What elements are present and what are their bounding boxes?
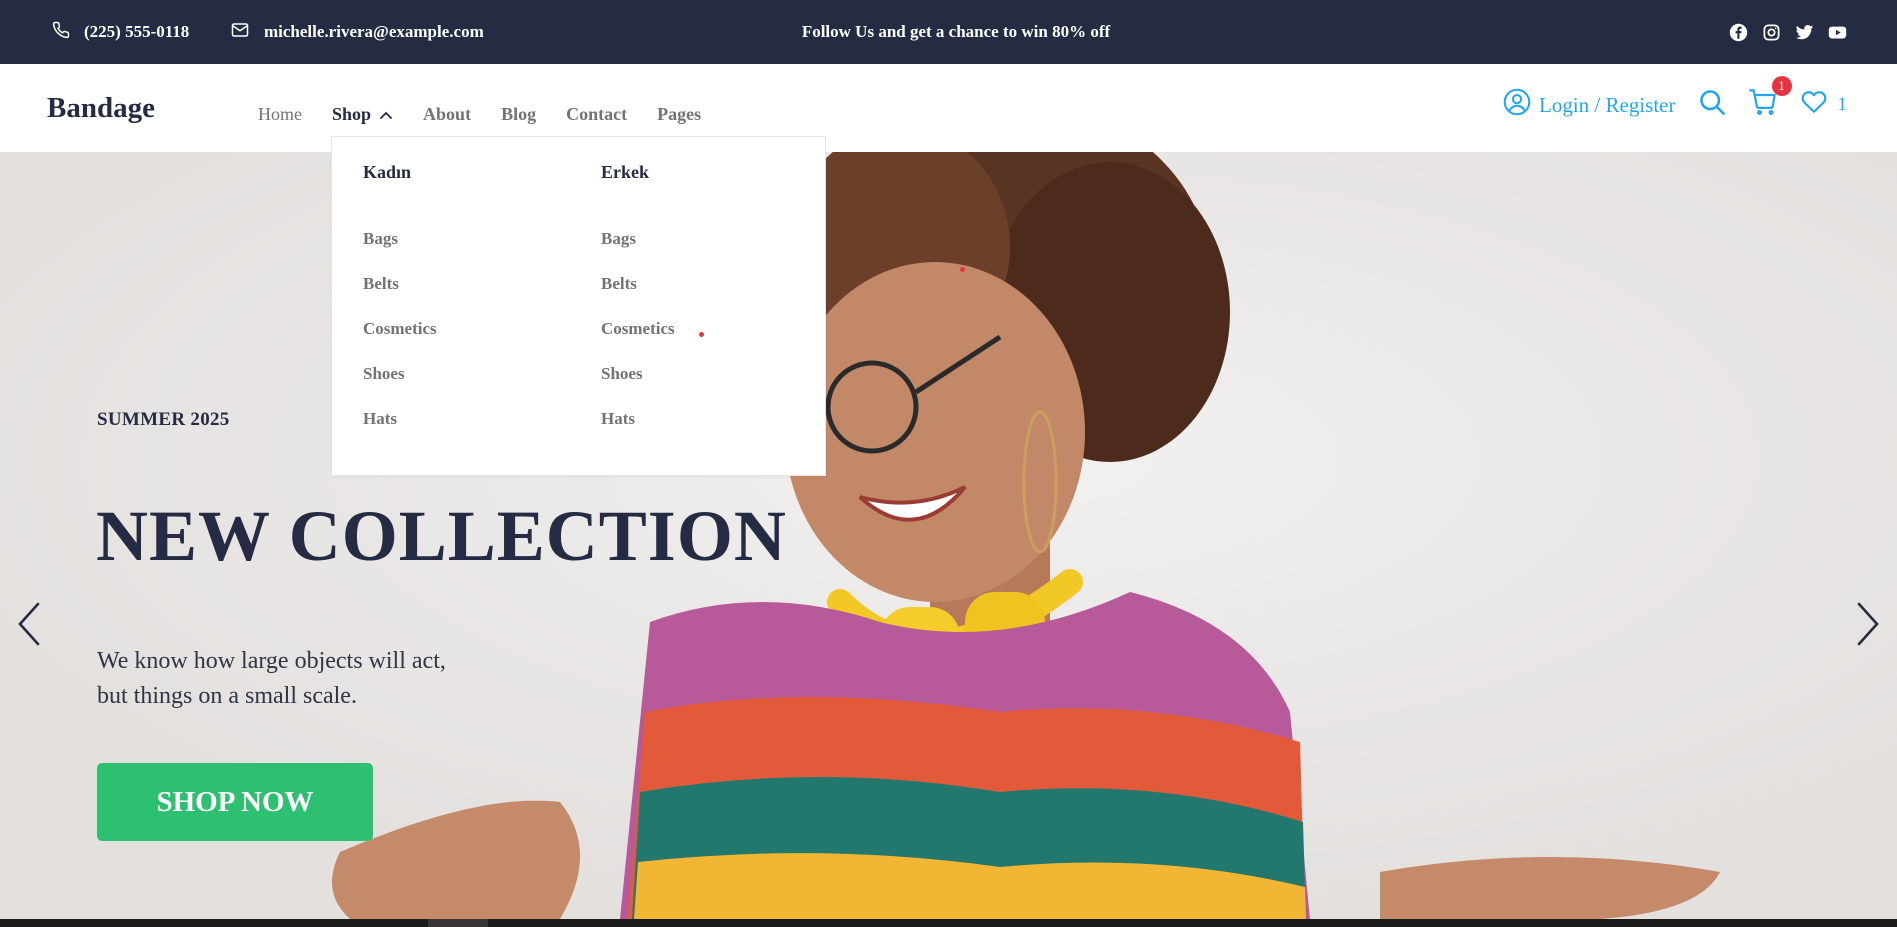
dropdown-link-shoes[interactable]: Shoes bbox=[601, 364, 675, 409]
dropdown-links: Bags Belts Cosmetics Shoes Hats bbox=[363, 229, 437, 454]
chevron-left-icon bbox=[14, 602, 44, 652]
nav-shop-label: Shop bbox=[332, 103, 372, 124]
nav-home[interactable]: Home bbox=[258, 104, 302, 125]
hero-headline: NEW COLLECTION bbox=[96, 496, 787, 576]
hero-carousel: SUMMER 2025 NEW COLLECTION We know how l… bbox=[0, 152, 1897, 919]
dropdown-column-title: Kadın bbox=[363, 162, 412, 182]
search-icon bbox=[1698, 88, 1726, 122]
top-bar: (225) 555-0118 michelle.rivera@example.c… bbox=[0, 0, 1897, 64]
dropdown-link-cosmetics[interactable]: Cosmetics bbox=[601, 319, 675, 364]
carousel-next-button[interactable] bbox=[1853, 600, 1883, 648]
nav-blog[interactable]: Blog bbox=[501, 104, 536, 125]
nav-pages[interactable]: Pages bbox=[657, 104, 701, 125]
next-section-edge bbox=[0, 919, 1897, 927]
main-header: Bandage Home Shop About Blog Contact Pag… bbox=[0, 64, 1897, 152]
wishlist-button[interactable]: 1 bbox=[1800, 89, 1848, 121]
promo-text: Follow Us and get a chance to win 80% of… bbox=[801, 22, 1111, 41]
user-icon bbox=[1503, 88, 1539, 122]
youtube-icon[interactable] bbox=[1828, 23, 1847, 42]
cart-count-badge: 1 bbox=[1771, 76, 1792, 96]
cart-button[interactable]: 1 bbox=[1748, 76, 1792, 122]
nav-about[interactable]: About bbox=[423, 104, 471, 125]
nav-contact[interactable]: Contact bbox=[566, 104, 627, 125]
cursor-marker bbox=[699, 332, 704, 337]
dropdown-link-belts[interactable]: Belts bbox=[601, 274, 675, 319]
search-button[interactable] bbox=[1698, 88, 1726, 122]
dropdown-link-hats[interactable]: Hats bbox=[601, 409, 675, 454]
chevron-right-icon bbox=[1853, 602, 1883, 652]
dropdown-link-shoes[interactable]: Shoes bbox=[363, 364, 437, 409]
dropdown-link-bags[interactable]: Bags bbox=[601, 229, 675, 274]
chevron-up-icon bbox=[371, 104, 393, 125]
facebook-icon[interactable] bbox=[1729, 23, 1748, 42]
dropdown-link-hats[interactable]: Hats bbox=[363, 409, 437, 454]
cursor-marker bbox=[960, 267, 965, 272]
next-section-edge-segment bbox=[428, 919, 488, 927]
twitter-icon[interactable] bbox=[1795, 23, 1814, 42]
login-register-link[interactable]: Login / Register bbox=[1503, 88, 1676, 122]
hero-description: We know how large objects will act, but … bbox=[97, 644, 517, 714]
dropdown-link-cosmetics[interactable]: Cosmetics bbox=[363, 319, 437, 364]
login-register-label: Login / Register bbox=[1539, 92, 1676, 117]
hero-description-line-1: We know how large objects will act, bbox=[97, 648, 446, 674]
heart-icon bbox=[1800, 89, 1828, 121]
header-actions: Login / Register 1 1 bbox=[1503, 64, 1847, 146]
hero-eyebrow: SUMMER 2025 bbox=[97, 409, 230, 430]
brand-logo[interactable]: Bandage bbox=[47, 64, 155, 152]
wishlist-count: 1 bbox=[1837, 94, 1848, 115]
shop-now-button[interactable]: SHOP NOW bbox=[97, 763, 373, 841]
dropdown-links: Bags Belts Cosmetics Shoes Hats bbox=[601, 229, 675, 454]
dropdown-link-belts[interactable]: Belts bbox=[363, 274, 437, 319]
dropdown-column-title: Erkek bbox=[601, 162, 650, 182]
carousel-prev-button[interactable] bbox=[14, 600, 44, 648]
nav-shop[interactable]: Shop bbox=[332, 104, 393, 125]
hero-description-line-2: but things on a small scale. bbox=[97, 683, 357, 709]
social-links bbox=[1729, 0, 1847, 64]
dropdown-link-bags[interactable]: Bags bbox=[363, 229, 437, 274]
cart-icon bbox=[1748, 88, 1778, 122]
shop-dropdown-menu: Kadın Bags Belts Cosmetics Shoes Hats Er… bbox=[331, 136, 826, 476]
instagram-icon[interactable] bbox=[1762, 23, 1781, 42]
